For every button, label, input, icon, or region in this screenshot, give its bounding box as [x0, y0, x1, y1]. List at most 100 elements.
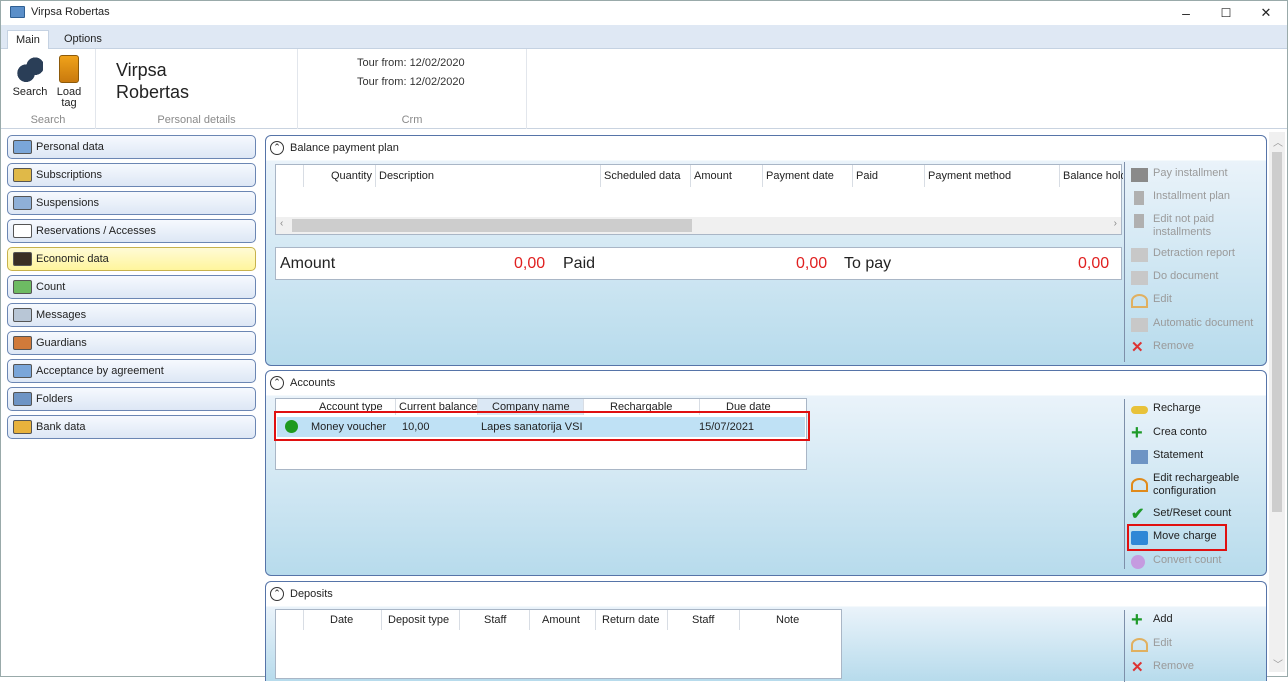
- edit-rechargeable-button[interactable]: Edit rechargeable configuration: [1131, 472, 1251, 497]
- edit-button[interactable]: Edit: [1131, 637, 1172, 657]
- sidebar-item-personal-data[interactable]: Personal data: [7, 135, 256, 159]
- tab-options[interactable]: Options: [56, 30, 110, 49]
- recharge-icon: [1131, 406, 1148, 414]
- remove-button[interactable]: ✕ Remove: [1131, 340, 1194, 360]
- collapse-icon[interactable]: ⌃: [270, 141, 284, 155]
- add-label: Add: [1153, 613, 1173, 625]
- edit-not-paid-button[interactable]: Edit not paid installments: [1131, 213, 1241, 238]
- sidebar-item-acceptance-by-agreement[interactable]: Acceptance by agreement: [7, 359, 256, 383]
- tag-icon: [59, 55, 79, 83]
- search-button[interactable]: Search: [11, 55, 49, 98]
- column-header[interactable]: Balance hold: [1060, 165, 1123, 187]
- automatic-document-button[interactable]: Automatic document: [1131, 317, 1253, 337]
- sidebar-item-count[interactable]: Count: [7, 275, 256, 299]
- column-header[interactable]: Payment method: [925, 165, 1060, 187]
- statement-button[interactable]: Statement: [1131, 449, 1203, 469]
- balance-grid[interactable]: Quantity Description Scheduled data Amou…: [275, 164, 1123, 235]
- sidebar-item-folders[interactable]: Folders: [7, 387, 256, 411]
- set-reset-count-label: Set/Reset count: [1153, 507, 1232, 519]
- deposits-title: Deposits: [290, 588, 333, 600]
- load-tag-button[interactable]: Load tag: [53, 55, 85, 109]
- balance-header[interactable]: ⌃ Balance payment plan: [270, 139, 399, 157]
- sidebar-item-label: Reservations / Accesses: [36, 225, 156, 237]
- sidebar-item-label: Guardians: [36, 337, 87, 349]
- scroll-up-icon[interactable]: ︿: [1273, 134, 1283, 149]
- money-icon: [13, 280, 32, 294]
- column-header[interactable]: Paid: [853, 165, 925, 187]
- bank-icon: [13, 420, 32, 434]
- accounts-header[interactable]: ⌃ Accounts: [270, 374, 335, 392]
- column-header[interactable]: Description: [376, 165, 601, 187]
- detraction-report-button[interactable]: Detraction report: [1131, 247, 1235, 267]
- remove-button[interactable]: ✕ Remove: [1131, 660, 1194, 680]
- sidebar-item-suspensions[interactable]: Suspensions: [7, 191, 256, 215]
- pay-installment-button[interactable]: Pay installment: [1131, 167, 1228, 187]
- ribbon-tabs: Main Options: [1, 25, 1287, 49]
- scroll-left-icon[interactable]: ‹: [280, 218, 283, 229]
- sidebar-item-economic-data[interactable]: Economic data: [7, 247, 256, 271]
- scroll-thumb[interactable]: [292, 219, 692, 232]
- app-icon: [10, 6, 25, 18]
- tab-main[interactable]: Main: [7, 30, 49, 49]
- column-header[interactable]: [276, 610, 304, 630]
- add-button[interactable]: + Add: [1131, 609, 1173, 633]
- column-header[interactable]: Return date: [596, 610, 668, 630]
- sidebar-item-guardians[interactable]: Guardians: [7, 331, 256, 355]
- personal-details-label: Personal details: [157, 114, 236, 126]
- column-header[interactable]: Amount: [530, 610, 596, 630]
- sidebar-item-label: Folders: [36, 393, 73, 405]
- paid-label: Paid: [563, 255, 596, 272]
- balance-actions: Pay installment Installment plan Edit no…: [1124, 162, 1259, 362]
- statement-icon: [1131, 450, 1148, 464]
- deposits-actions: + Add Edit ✕ Remove: [1124, 610, 1259, 682]
- column-header[interactable]: Quantity: [304, 165, 376, 187]
- sidebar-item-reservations-accesses[interactable]: Reservations / Accesses: [7, 219, 256, 243]
- automatic-document-label: Automatic document: [1153, 317, 1254, 329]
- deposits-header[interactable]: ⌃ Deposits: [270, 585, 333, 603]
- recharge-button[interactable]: Recharge: [1131, 402, 1201, 422]
- sidebar-item-label: Acceptance by agreement: [36, 365, 164, 377]
- installment-plan-button[interactable]: Installment plan: [1131, 190, 1230, 210]
- people-icon: [13, 336, 32, 350]
- crea-conto-button[interactable]: + Crea conto: [1131, 423, 1207, 446]
- edit-button[interactable]: Edit: [1131, 293, 1172, 313]
- sidebar-item-subscriptions[interactable]: Subscriptions: [7, 163, 256, 187]
- scroll-right-icon[interactable]: ›: [1114, 218, 1117, 229]
- scroll-thumb[interactable]: [1272, 152, 1282, 512]
- window-title: Virpsa Robertas: [31, 6, 110, 18]
- vertical-scrollbar[interactable]: ︿ ﹀: [1269, 132, 1285, 672]
- column-header[interactable]: Staff: [460, 610, 530, 630]
- maximize-button[interactable]: ☐: [1206, 1, 1246, 25]
- detraction-report-label: Detraction report: [1153, 247, 1235, 259]
- collapse-icon[interactable]: ⌃: [270, 587, 284, 601]
- convert-count-button[interactable]: Convert count: [1131, 554, 1221, 574]
- deposits-grid[interactable]: Date Deposit type Staff Amount Return da…: [275, 609, 842, 679]
- horizontal-scrollbar[interactable]: ‹ ›: [276, 217, 1121, 234]
- do-document-button[interactable]: Do document: [1131, 270, 1218, 290]
- close-button[interactable]: ✕: [1246, 1, 1286, 25]
- agreement-icon: [13, 364, 32, 378]
- search-group: Search Load tag Search: [1, 49, 96, 129]
- title-bar: Virpsa Robertas – ☐ ✕: [1, 1, 1287, 25]
- column-header[interactable]: Payment date: [763, 165, 853, 187]
- plus-icon: +: [1131, 609, 1143, 631]
- column-header[interactable]: Scheduled data: [601, 165, 691, 187]
- scroll-down-icon[interactable]: ﹀: [1273, 656, 1283, 671]
- minimize-button[interactable]: –: [1166, 1, 1206, 25]
- column-header[interactable]: Amount: [691, 165, 763, 187]
- column-header[interactable]: Staff: [668, 610, 740, 630]
- printer-icon: [1131, 248, 1148, 262]
- column-header[interactable]: Date: [304, 610, 382, 630]
- sidebar-item-messages[interactable]: Messages: [7, 303, 256, 327]
- column-header[interactable]: [276, 165, 304, 187]
- search-group-label: Search: [30, 114, 66, 126]
- column-header[interactable]: Deposit type: [382, 610, 460, 630]
- personal-details-group: Virpsa Robertas Personal details: [96, 49, 298, 129]
- column-header[interactable]: Note: [740, 610, 840, 630]
- collapse-icon[interactable]: ⌃: [270, 376, 284, 390]
- topay-value: 0,00: [1078, 255, 1110, 272]
- do-document-label: Do document: [1153, 270, 1219, 282]
- sidebar-item-bank-data[interactable]: Bank data: [7, 415, 256, 439]
- load-tag-label: Load tag: [56, 86, 82, 109]
- remove-icon: ✕: [1131, 659, 1144, 676]
